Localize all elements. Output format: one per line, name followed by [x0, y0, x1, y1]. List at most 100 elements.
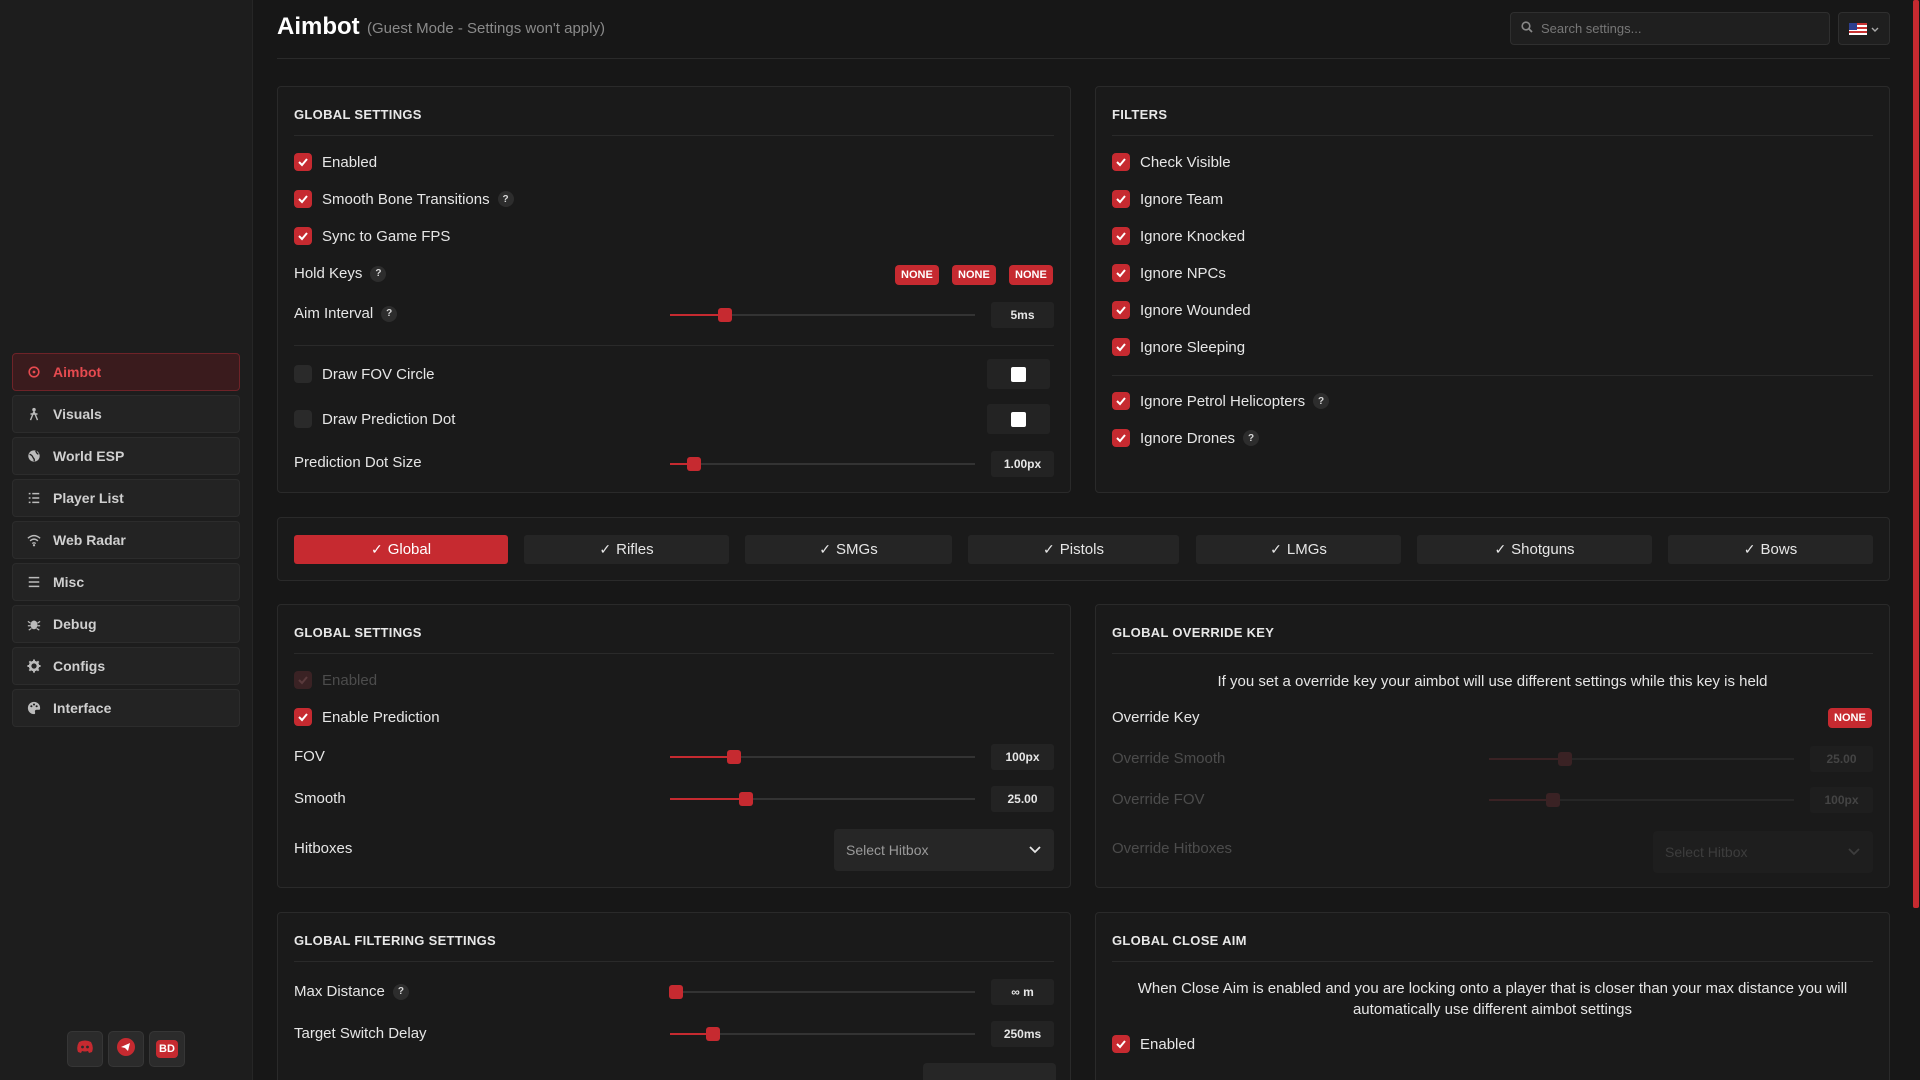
panel-title: GLOBAL CLOSE AIM: [1112, 933, 1247, 948]
help-icon[interactable]: ?: [1243, 430, 1260, 446]
hitbox-select[interactable]: Select Hitbox: [834, 829, 1054, 871]
tab-smgs[interactable]: ✓ SMGs: [745, 535, 952, 564]
sidebar-item-label: Misc: [53, 574, 85, 590]
slider-handle[interactable]: [717, 308, 732, 322]
filter-check-visible[interactable]: Check Visible: [1112, 153, 1231, 171]
sidebar-item-player-list[interactable]: Player List: [12, 479, 240, 517]
close-aim-info-text: When Close Aim is enabled and you are lo…: [1137, 980, 1848, 1018]
enable-prediction-row[interactable]: Enable Prediction: [294, 708, 440, 726]
hold-key-3-button[interactable]: NONE: [1009, 265, 1053, 285]
sidebar-item-interface[interactable]: Interface: [12, 689, 240, 727]
help-icon[interactable]: ?: [381, 305, 398, 322]
switch-delay-value[interactable]: 250ms: [991, 1021, 1054, 1047]
help-icon[interactable]: ?: [1313, 393, 1330, 409]
discord-button[interactable]: [67, 1031, 103, 1067]
check-icon: ✓: [1743, 541, 1756, 557]
aim-interval-slider[interactable]: [670, 308, 975, 322]
sidebar-item-visuals[interactable]: Visuals: [12, 395, 240, 433]
search-box[interactable]: [1510, 12, 1830, 45]
checkbox-checked[interactable]: [1112, 429, 1130, 447]
checkbox-checked[interactable]: [294, 153, 312, 171]
fov-slider[interactable]: [670, 750, 975, 764]
filter-ignore-npcs[interactable]: Ignore NPCs: [1112, 264, 1226, 282]
tab-label: Global: [387, 541, 432, 558]
pred-dot-size-slider[interactable]: [670, 457, 975, 471]
hold-key-2-button[interactable]: NONE: [952, 265, 996, 285]
pred-dot-size-value[interactable]: 1.00px: [991, 451, 1054, 477]
tab-shotguns[interactable]: ✓ Shotguns: [1417, 535, 1652, 564]
enabled-checkbox-row[interactable]: Enabled: [294, 153, 377, 171]
sidebar-item-label: Web Radar: [53, 532, 126, 548]
filter-ignore-team[interactable]: Ignore Team: [1112, 190, 1223, 208]
checkbox-checked[interactable]: [1112, 190, 1130, 208]
bd-button[interactable]: BD: [149, 1031, 185, 1067]
sidebar-item-aimbot[interactable]: Aimbot: [12, 353, 240, 391]
checkbox-unchecked[interactable]: [294, 410, 312, 428]
color-swatch: [1011, 411, 1026, 427]
draw-fov-row[interactable]: Draw FOV Circle: [294, 365, 435, 383]
checkbox-checked[interactable]: [1112, 392, 1130, 410]
fov-color-picker[interactable]: [987, 359, 1050, 389]
aim-interval-value[interactable]: 5ms: [991, 302, 1054, 328]
hold-key-1-button[interactable]: NONE: [895, 265, 939, 285]
filter-ignore-wounded[interactable]: Ignore Wounded: [1112, 301, 1251, 319]
sidebar-item-misc[interactable]: Misc: [12, 563, 240, 601]
checkbox-checked[interactable]: [1112, 301, 1130, 319]
slider-track: [670, 991, 975, 993]
filtering-settings-panel: GLOBAL FILTERING SETTINGS Max Distance ?…: [277, 912, 1071, 1080]
tab-pistols[interactable]: ✓ Pistols: [968, 535, 1179, 564]
sidebar-item-debug[interactable]: Debug: [12, 605, 240, 643]
switch-delay-slider[interactable]: [670, 1027, 975, 1041]
checkbox-checked[interactable]: [1112, 227, 1130, 245]
sync-fps-row[interactable]: Sync to Game FPS: [294, 227, 450, 245]
slider-handle[interactable]: [687, 457, 702, 471]
checkbox-checked[interactable]: [1112, 1035, 1130, 1053]
checkbox-checked[interactable]: [294, 190, 312, 208]
checkbox-checked[interactable]: [294, 708, 312, 726]
pred-dot-color-picker[interactable]: [987, 404, 1050, 434]
checkbox-checked[interactable]: [1112, 153, 1130, 171]
sidebar-item-web-radar[interactable]: Web Radar: [12, 521, 240, 559]
slider-handle[interactable]: [739, 792, 754, 806]
language-selector[interactable]: [1838, 12, 1890, 45]
fov-value[interactable]: 100px: [991, 744, 1054, 770]
scrollbar[interactable]: [1913, 0, 1919, 908]
slider-handle[interactable]: [669, 985, 684, 999]
max-distance-label: Max Distance: [294, 983, 385, 1000]
help-icon[interactable]: ?: [392, 983, 409, 1000]
max-distance-slider[interactable]: [669, 985, 975, 999]
smooth-value[interactable]: 25.00: [991, 786, 1054, 812]
override-key-button[interactable]: NONE: [1828, 708, 1872, 728]
filter-ignore-petrol[interactable]: Ignore Petrol Helicopters ?: [1112, 392, 1330, 410]
filter-ignore-drones[interactable]: Ignore Drones ?: [1112, 429, 1260, 447]
checkbox-checked[interactable]: [294, 227, 312, 245]
tab-bows[interactable]: ✓ Bows: [1668, 535, 1873, 564]
slider-handle[interactable]: [727, 750, 742, 764]
max-distance-value[interactable]: ∞ m: [991, 979, 1054, 1005]
partial-select[interactable]: [923, 1063, 1056, 1080]
smooth-row: Smooth: [294, 790, 346, 807]
draw-pred-dot-row[interactable]: Draw Prediction Dot: [294, 410, 455, 428]
search-input[interactable]: [1541, 21, 1821, 36]
checkbox-checked[interactable]: [1112, 264, 1130, 282]
sidebar-item-world-esp[interactable]: World ESP: [12, 437, 240, 475]
checkbox-unchecked[interactable]: [294, 365, 312, 383]
smooth-bone-row[interactable]: Smooth Bone Transitions ?: [294, 190, 514, 208]
sidebar-item-configs[interactable]: Configs: [12, 647, 240, 685]
filter-ignore-sleeping[interactable]: Ignore Sleeping: [1112, 338, 1245, 356]
override-key-row: Override Key: [1112, 709, 1200, 726]
smooth-slider[interactable]: [670, 792, 975, 806]
help-icon[interactable]: ?: [497, 191, 514, 207]
slider-handle[interactable]: [705, 1027, 720, 1041]
override-fov-slider: [1489, 793, 1794, 807]
tab-rifles[interactable]: ✓ Rifles: [524, 535, 729, 564]
filter-ignore-knocked[interactable]: Ignore Knocked: [1112, 227, 1245, 245]
help-icon[interactable]: ?: [370, 265, 387, 282]
checkbox-label: Enable Prediction: [322, 708, 440, 726]
checkbox-checked[interactable]: [1112, 338, 1130, 356]
tab-lmgs[interactable]: ✓ LMGs: [1196, 535, 1401, 564]
check-icon: ✓: [1270, 541, 1282, 557]
tab-global[interactable]: ✓ Global: [294, 535, 508, 564]
close-aim-enabled-row[interactable]: Enabled: [1112, 1035, 1195, 1053]
telegram-button[interactable]: [108, 1031, 144, 1067]
